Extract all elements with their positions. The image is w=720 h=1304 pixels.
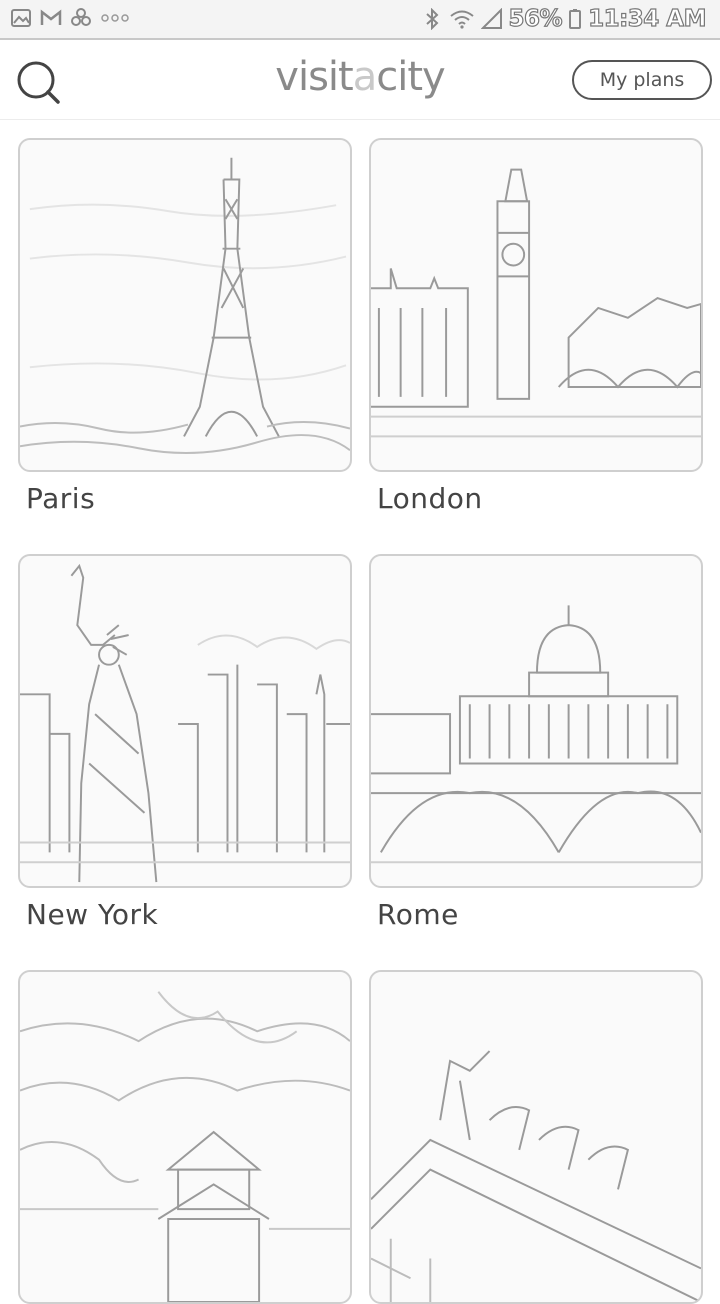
city-card-rome[interactable]: Rome	[369, 554, 703, 931]
city-grid: Paris London New York Rome	[0, 120, 720, 1304]
image-icon	[11, 9, 31, 27]
city-card-new-york[interactable]: New York	[18, 554, 352, 931]
city-card-quadriga[interactable]	[369, 970, 703, 1304]
city-name: New York	[26, 898, 159, 931]
status-time: 11:34 AM	[587, 5, 707, 32]
more-dots-icon	[101, 14, 129, 22]
logo-city: city	[376, 54, 445, 100]
city-name: Paris	[26, 482, 96, 515]
signal-icon	[480, 8, 502, 29]
pinwheel-icon	[71, 8, 91, 26]
pagoda-garden-image	[18, 970, 352, 1304]
battery-percent: 56%	[508, 5, 563, 32]
city-card-london[interactable]: London	[369, 138, 703, 515]
bluetooth-icon	[425, 8, 438, 30]
logo-visit: visit	[275, 54, 353, 100]
statue-of-liberty-image	[18, 554, 352, 888]
eiffel-tower-image	[18, 138, 352, 472]
app-header: visitacity My plans	[0, 40, 720, 120]
logo-accent: a	[352, 54, 377, 100]
city-card-paris[interactable]: Paris	[18, 138, 352, 515]
status-bar: 56% 11:34 AM	[0, 0, 720, 40]
quadriga-image	[369, 970, 703, 1304]
city-card-pagoda[interactable]	[18, 970, 352, 1304]
my-plans-button[interactable]: My plans	[572, 60, 712, 100]
wifi-icon	[449, 10, 474, 29]
city-name: Rome	[377, 898, 459, 931]
battery-icon	[569, 9, 582, 29]
city-name: London	[377, 482, 483, 515]
big-ben-image	[369, 138, 703, 472]
st-peters-basilica-image	[369, 554, 703, 888]
gmail-icon	[40, 9, 62, 25]
